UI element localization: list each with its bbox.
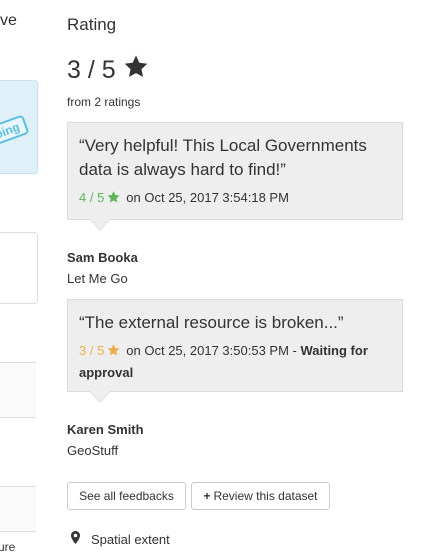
- review-date: on Oct 25, 2017 3:50:53 PM -: [126, 343, 297, 358]
- review-quote: “Very helpful! This Local Governments da…: [79, 136, 367, 179]
- rating-heading: Rating: [67, 15, 117, 34]
- review-card: “The external resource is broken...” 3 /…: [67, 299, 403, 403]
- left-column: ve on going ure: [0, 0, 40, 556]
- spatial-extent-label: Spatial extent: [91, 531, 170, 547]
- review-score: 3 / 5: [79, 343, 105, 358]
- see-all-feedbacks-button[interactable]: See all feedbacks: [67, 482, 186, 510]
- left-panel-row: [0, 362, 36, 418]
- status-stamp: on going: [0, 114, 30, 156]
- review-meta: 4 / 5 on Oct 25, 2017 3:54:18 PM: [79, 187, 391, 209]
- review-score: 4 / 5: [79, 190, 105, 205]
- left-title-fragment: ve: [0, 12, 17, 29]
- review-dataset-label: Review this dataset: [213, 489, 318, 503]
- review-date: on Oct 25, 2017 3:54:18 PM: [126, 190, 289, 205]
- review-dataset-button[interactable]: + Review this dataset: [191, 482, 330, 510]
- spatial-extent-section: Spatial extent: [71, 531, 170, 547]
- star-icon: [107, 188, 120, 209]
- review-author: Sam Booka: [67, 250, 138, 265]
- review-author: Karen Smith: [67, 422, 144, 437]
- rating-score-value: 3 / 5: [67, 55, 116, 84]
- map-marker-icon: [71, 531, 80, 547]
- review-card: “Very helpful! This Local Governments da…: [67, 122, 403, 231]
- star-icon: [107, 341, 120, 362]
- ratings-count: from 2 ratings: [67, 95, 141, 109]
- left-footer-fragment: ure: [0, 540, 16, 554]
- review-organisation: Let Me Go: [67, 271, 128, 286]
- review-quote: “The external resource is broken...”: [79, 313, 344, 332]
- left-panel-box: [0, 232, 38, 304]
- plus-icon: +: [203, 489, 211, 503]
- rating-score: 3 / 5: [67, 55, 148, 85]
- review-organisation: GeoStuff: [67, 443, 119, 458]
- status-box: on going: [0, 80, 38, 174]
- star-icon: [124, 55, 148, 85]
- left-panel-row: [0, 486, 36, 532]
- review-meta: 3 / 5 on Oct 25, 2017 3:50:53 PM - Waitin…: [79, 340, 391, 383]
